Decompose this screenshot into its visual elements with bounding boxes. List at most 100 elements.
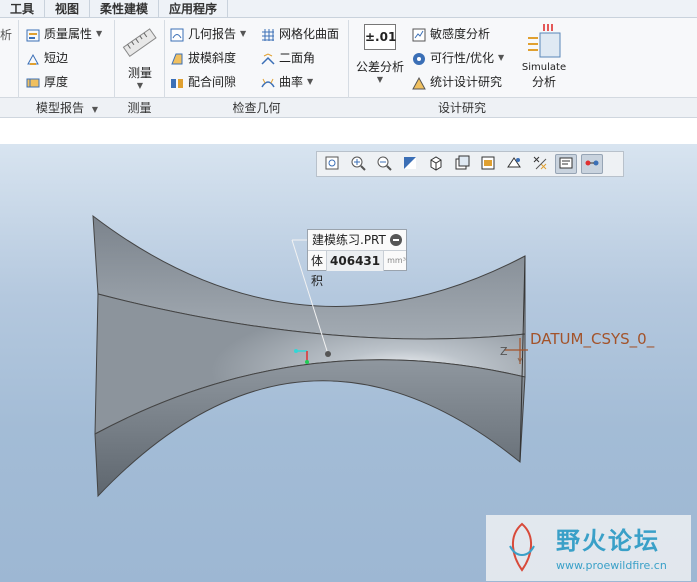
collapse-icon[interactable] [390, 234, 402, 246]
repaint-button[interactable] [399, 154, 421, 174]
datum-display-icon [532, 155, 548, 174]
short-edge-button[interactable]: 短边 [26, 47, 68, 69]
volume-label: 体积 [308, 251, 328, 288]
perspective-button[interactable] [503, 154, 525, 174]
tolerance-icon: ±.01 [364, 24, 396, 50]
refit-icon [324, 155, 340, 174]
watermark-url: www.proewildfire.cn [556, 559, 667, 572]
curvature-icon [261, 75, 275, 89]
spin-center-button[interactable] [581, 154, 603, 174]
ribbon-tab-bar: 工具 视图 柔性建模 应用程序 [0, 0, 697, 18]
tolerance-analysis-label: 公差分析 [355, 60, 404, 74]
dihedral-angle-label: 二面角 [279, 51, 316, 65]
chevron-down-icon: ▼ [91, 105, 98, 114]
measure-label: 测量 [127, 66, 152, 80]
group-inspect-geometry-label: 检查几何 [232, 101, 281, 115]
short-edge-icon [26, 51, 40, 65]
simulate-analysis-label: 分析 [531, 75, 556, 89]
volume-unit: mm³ [387, 256, 406, 265]
callout-part-name: 建模练习.PRT [312, 233, 386, 247]
view-manager-icon [480, 155, 496, 174]
statistical-study-icon [412, 75, 426, 90]
sensitivity-analysis-button[interactable]: 敏感度分析 [412, 23, 490, 45]
annotation-display-icon [558, 155, 574, 174]
volume-value: 406431 [327, 251, 385, 271]
sensitivity-analysis-label: 敏感度分析 [430, 27, 491, 41]
curvature-label: 曲率 [279, 75, 304, 89]
simulate-analysis-button[interactable]: Simulate 分析 [516, 22, 572, 90]
feasibility-icon [412, 51, 426, 65]
tolerance-analysis-button[interactable]: ±.01 公差分析 ▼ [354, 24, 406, 84]
curvature-button[interactable]: 曲率 ▼ [261, 71, 313, 93]
perspective-icon [506, 155, 522, 174]
group-model-report-label: 模型报告 [36, 101, 85, 115]
thickness-icon [26, 75, 40, 89]
sensitivity-icon [412, 27, 426, 42]
draft-button[interactable]: 拔模斜度 [170, 47, 236, 69]
mesh-surface-button[interactable]: 网格化曲面 [261, 23, 339, 45]
repaint-icon [402, 155, 418, 174]
draft-label: 拔模斜度 [188, 51, 237, 65]
group-measure-label: 测量 [127, 101, 152, 115]
dihedral-angle-icon [261, 51, 275, 65]
datum-display-button[interactable] [529, 154, 551, 174]
datum-csys-icon [504, 338, 528, 364]
statistical-design-study-label: 统计设计研究 [430, 75, 503, 89]
mass-properties-button[interactable]: 质量属性 ▼ [26, 23, 102, 45]
feasibility-optimization-label: 可行性/优化 [430, 51, 495, 65]
chevron-down-icon: ▼ [136, 81, 144, 90]
mesh-surface-label: 网格化曲面 [279, 27, 340, 41]
message-area [0, 119, 697, 144]
zoom-out-button[interactable] [373, 154, 395, 174]
z-axis-label: Z [500, 345, 508, 358]
tab-applications[interactable]: 应用程序 [159, 0, 229, 18]
draft-icon [170, 51, 184, 65]
zoom-in-button[interactable] [347, 154, 369, 174]
feasibility-optimization-button[interactable]: 可行性/优化 ▼ [412, 47, 504, 69]
watermark-title: 野火论坛 [556, 527, 660, 555]
ruler-icon [118, 24, 162, 64]
chevron-down-icon: ▼ [376, 75, 384, 84]
partial-label-text: 析 [0, 28, 13, 42]
tab-tools[interactable]: 工具 [0, 0, 46, 18]
zoom-out-icon [376, 155, 392, 174]
tab-flexible-modeling[interactable]: 柔性建模 [90, 0, 160, 18]
view-manager-button[interactable] [477, 154, 499, 174]
ribbon-group-labels: 模型报告 ▼ 测量 检查几何 设计研究 [0, 98, 697, 118]
chevron-down-icon: ▼ [96, 29, 103, 38]
simulate-icon [516, 22, 572, 62]
dihedral-angle-button[interactable]: 二面角 [261, 47, 315, 69]
center-of-mass-marker [294, 349, 309, 364]
geometry-report-label: 几何报告 [188, 27, 237, 41]
thickness-label: 厚度 [44, 75, 69, 89]
graphics-viewport[interactable]: Z DATUM_CSYS_0_ 建模练习.PRT 体积 406431 mm³ 野… [0, 144, 697, 582]
measure-result-callout[interactable]: 建模练习.PRT 体积 406431 mm³ [307, 229, 407, 288]
saved-views-button[interactable] [451, 154, 473, 174]
annotation-display-button[interactable] [555, 154, 577, 174]
geometry-report-button[interactable]: 几何报告 ▼ [170, 23, 246, 45]
thickness-button[interactable]: 厚度 [26, 71, 68, 93]
mesh-surface-icon [261, 27, 275, 41]
datum-csys-label[interactable]: DATUM_CSYS_0_ [530, 330, 654, 348]
callout-value-row: 体积 406431 mm³ [308, 250, 406, 288]
clearance-button[interactable]: 配合间隙 [170, 71, 236, 93]
group-model-report[interactable]: 模型报告 ▼ [20, 98, 114, 118]
clearance-label: 配合间隙 [188, 75, 237, 89]
tab-view[interactable]: 视图 [45, 0, 91, 18]
watermark-logo-icon [509, 522, 535, 572]
chevron-down-icon: ▼ [307, 77, 314, 86]
forum-watermark: 野火论坛 www.proewildfire.cn [486, 515, 691, 581]
mass-properties-icon [26, 27, 40, 42]
measure-button[interactable]: 测量 ▼ [118, 24, 162, 90]
saved-views-icon [454, 155, 470, 174]
chevron-down-icon: ▼ [498, 53, 505, 62]
simulate-label: Simulate [521, 62, 567, 73]
zoom-in-icon [350, 155, 366, 174]
cube-icon [428, 155, 444, 174]
statistical-design-study-button[interactable]: 统计设计研究 [412, 71, 502, 93]
refit-button[interactable] [321, 154, 343, 174]
display-style-button[interactable] [425, 154, 447, 174]
partial-analysis-label: 析 [0, 24, 12, 46]
chevron-down-icon: ▼ [240, 29, 247, 38]
clearance-icon [170, 75, 184, 89]
